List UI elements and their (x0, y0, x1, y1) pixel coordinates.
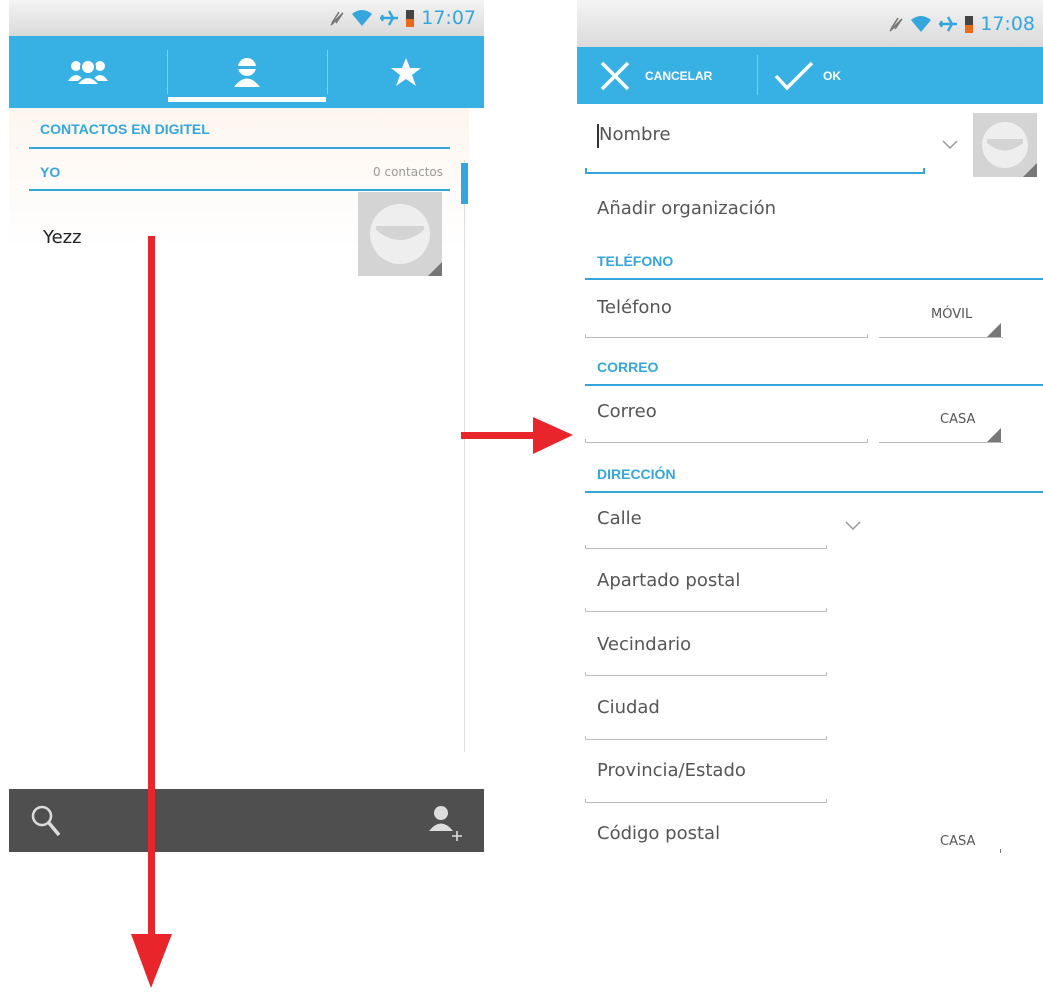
right-arrow-shaft (461, 432, 537, 439)
annotation-arrows (131, 236, 573, 988)
down-arrow-head (131, 934, 172, 988)
down-arrow-shaft (148, 236, 155, 936)
right-arrow-head (533, 417, 573, 454)
